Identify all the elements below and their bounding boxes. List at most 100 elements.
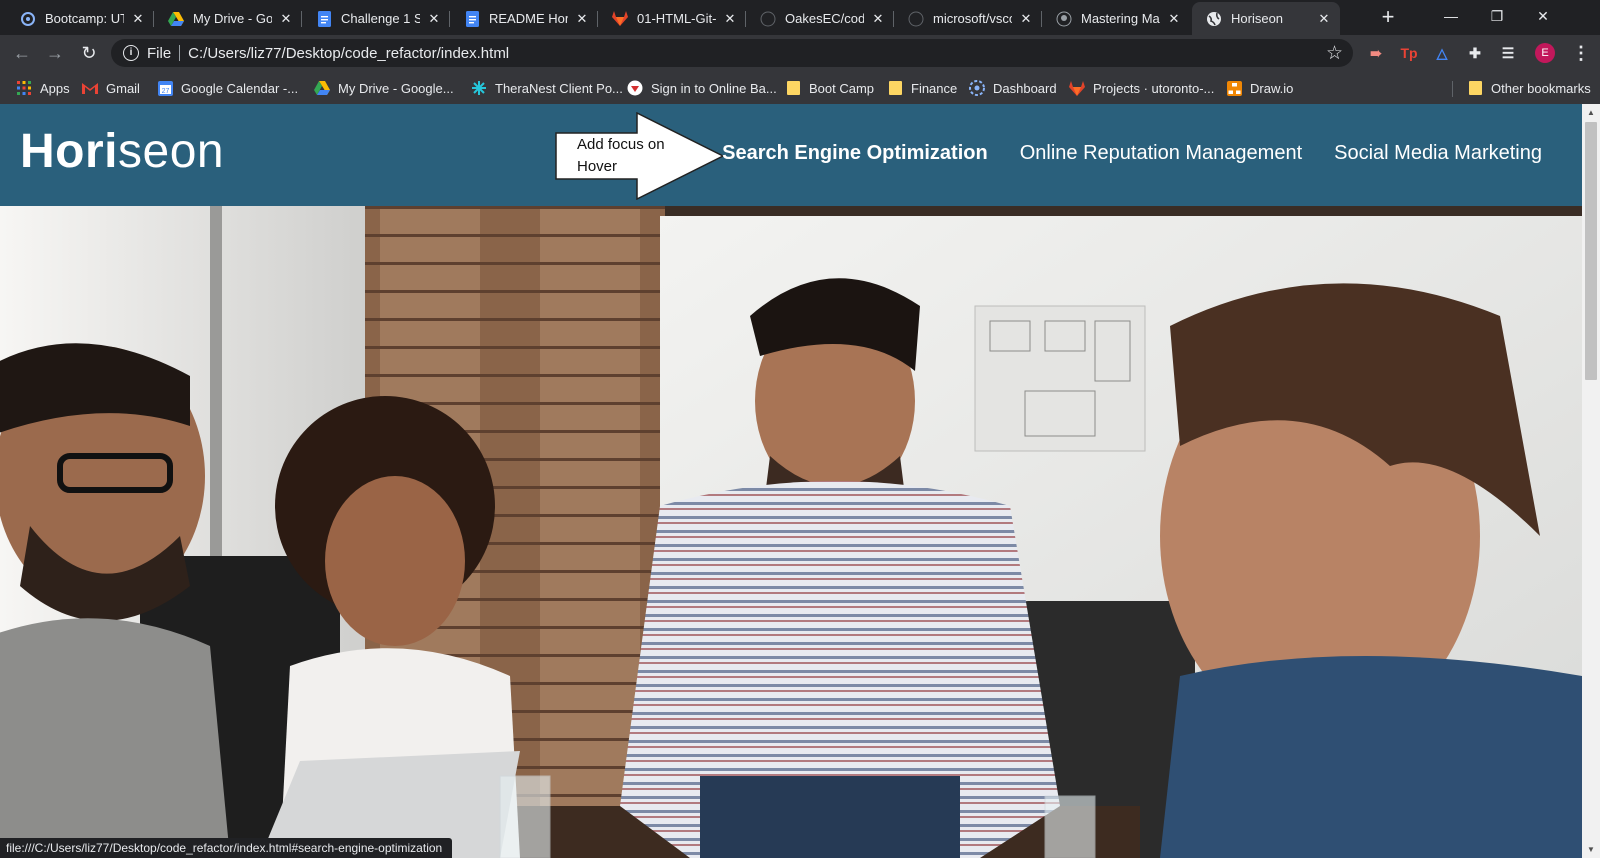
nav-online-reputation-management[interactable]: Online Reputation Management (1020, 142, 1302, 165)
nav-search-engine-optimization[interactable]: Search Engine Optimization (722, 142, 988, 165)
restore-button[interactable]: ❐ (1474, 0, 1520, 32)
other-bookmarks-label: Other bookmarks (1491, 80, 1591, 96)
bookmark-finance[interactable]: Finance (887, 78, 957, 98)
svg-text:27: 27 (161, 88, 169, 95)
hero-image (0, 206, 1582, 858)
tab-title: Challenge 1 Sc (341, 11, 420, 26)
tab-title: OakesEC/code_ (785, 11, 864, 26)
gitlab-icon (612, 11, 628, 27)
bookmark-label: Sign in to Online Ba... (651, 80, 777, 96)
triangle-extension-icon[interactable]: △ (1432, 43, 1452, 63)
github-icon (1056, 11, 1072, 27)
page-scrollbar[interactable]: ▲ ▼ (1582, 104, 1600, 858)
close-icon[interactable]: ✕ (1316, 11, 1332, 27)
window-close-button[interactable]: ✕ (1520, 0, 1566, 32)
link-status-bubble: file:///C:/Users/liz77/Desktop/code_refa… (0, 838, 453, 858)
info-icon[interactable]: i (123, 45, 139, 61)
tp-extension-icon[interactable]: Tp (1399, 43, 1419, 63)
logo-suffix: seon (118, 125, 225, 178)
bootcamp-icon (20, 11, 36, 27)
bookmark-theranest[interactable]: TheraNest Client Po... (471, 78, 623, 98)
tab-horiseon[interactable]: Horiseon ✕ (1192, 2, 1340, 35)
bookmark-label: TheraNest Client Po... (495, 80, 623, 96)
close-icon[interactable]: ✕ (870, 11, 886, 27)
site-header: Horiseon Add focus on Hover Search Engin… (0, 104, 1582, 206)
bookmark-label: Finance (911, 80, 958, 96)
bookmark-label: My Drive - Google... (338, 80, 454, 96)
minimize-button[interactable]: — (1428, 0, 1474, 32)
tab-challenge[interactable]: Challenge 1 Sc ✕ (302, 2, 450, 35)
tab-title: My Drive - Goo (193, 11, 272, 26)
bookmark-my-drive[interactable]: My Drive - Google... (314, 78, 454, 98)
other-bookmarks[interactable]: Other bookmarks (1467, 78, 1591, 98)
gitlab-icon (1069, 80, 1085, 96)
bookmark-dashboard[interactable]: Dashboard (969, 78, 1057, 98)
tab-my-drive[interactable]: My Drive - Goo ✕ (154, 2, 302, 35)
tab-bootcamp[interactable]: Bootcamp: UTC ✕ (6, 2, 154, 35)
bookmark-label: Dashboard (993, 80, 1057, 96)
github-icon (760, 11, 776, 27)
theranest-icon (471, 80, 487, 96)
extensions-puzzle-icon[interactable]: ✚ (1465, 43, 1485, 63)
google-drive-icon (168, 11, 184, 27)
reading-list-icon[interactable]: ☰ (1498, 43, 1518, 63)
close-icon[interactable]: ✕ (278, 11, 294, 27)
tab-title: README Horis (489, 11, 568, 26)
drawio-icon (1226, 80, 1242, 96)
bookmark-apps[interactable]: Apps (16, 78, 70, 98)
annotation-text: Add focus on Hover (577, 136, 665, 175)
bookmark-label: Google Calendar -... (181, 80, 299, 96)
tab-strip: Bootcamp: UTC ✕ My Drive - Goo ✕ Challen… (0, 0, 1600, 35)
profile-avatar[interactable]: E (1535, 43, 1555, 63)
annotation-arrow: Add focus on Hover (555, 112, 725, 200)
menu-kebab-icon[interactable]: ⋮ (1572, 41, 1590, 65)
tab-oakes[interactable]: OakesEC/code_ ✕ (746, 2, 894, 35)
google-docs-icon (316, 10, 332, 27)
close-icon[interactable]: ✕ (1166, 11, 1182, 27)
bookmark-gmail[interactable]: Gmail (82, 78, 140, 98)
scroll-down-arrow-icon[interactable]: ▼ (1587, 845, 1595, 854)
close-icon[interactable]: ✕ (426, 11, 442, 27)
back-button[interactable]: ← (10, 41, 34, 65)
close-icon[interactable]: ✕ (574, 11, 590, 27)
google-calendar-icon: 27 (157, 80, 173, 96)
tab-readme[interactable]: README Horis ✕ (450, 2, 598, 35)
bank-icon (627, 80, 643, 96)
folder-icon (1467, 80, 1483, 96)
tab-microsoft[interactable]: microsoft/vsco ✕ (894, 2, 1042, 35)
google-docs-icon (464, 10, 480, 27)
tab-html-git[interactable]: 01-HTML-Git-C ✕ (598, 2, 746, 35)
logo-prefix: Hori (20, 125, 118, 178)
forward-button[interactable]: → (43, 41, 67, 65)
bookmark-star-icon[interactable]: ☆ (1326, 42, 1343, 65)
screencast-extension-icon[interactable]: ➠ (1366, 43, 1386, 63)
folder-icon (887, 80, 903, 96)
scroll-up-arrow-icon[interactable]: ▲ (1587, 108, 1595, 117)
tab-title: 01-HTML-Git-C (637, 11, 716, 26)
url-text[interactable]: C:/Users/liz77/Desktop/code_refactor/ind… (188, 45, 509, 62)
globe-icon (1206, 11, 1222, 27)
close-icon[interactable]: ✕ (130, 11, 146, 27)
google-drive-icon (314, 80, 330, 96)
tab-mastering[interactable]: Mastering Mar ✕ (1042, 2, 1190, 35)
nav-social-media-marketing[interactable]: Social Media Marketing (1334, 142, 1542, 165)
site-nav: Search Engine Optimization Online Reputa… (722, 142, 1542, 165)
new-tab-button[interactable]: + (1376, 6, 1400, 30)
bookmark-drawio[interactable]: Draw.io (1226, 78, 1293, 98)
bookmark-boot-camp[interactable]: Boot Camp (785, 78, 874, 98)
address-bar[interactable]: i File C:/Users/liz77/Desktop/code_refac… (111, 39, 1353, 67)
tab-title: Horiseon (1231, 11, 1284, 26)
bookmark-label: Projects · utoronto-... (1093, 80, 1215, 96)
bookmark-projects[interactable]: Projects · utoronto-... (1069, 78, 1214, 98)
scrollbar-thumb[interactable] (1585, 122, 1597, 380)
apps-grid-icon (16, 80, 32, 96)
dashboard-icon (969, 80, 985, 96)
reload-button[interactable]: ↻ (77, 41, 101, 65)
bookmarks-separator (1452, 81, 1453, 97)
close-icon[interactable]: ✕ (722, 11, 738, 27)
close-icon[interactable]: ✕ (1018, 11, 1034, 27)
folder-icon (785, 80, 801, 96)
bookmark-calendar[interactable]: 27 Google Calendar -... (157, 78, 298, 98)
bookmark-online-banking[interactable]: Sign in to Online Ba... (627, 78, 777, 98)
url-divider (179, 45, 181, 61)
